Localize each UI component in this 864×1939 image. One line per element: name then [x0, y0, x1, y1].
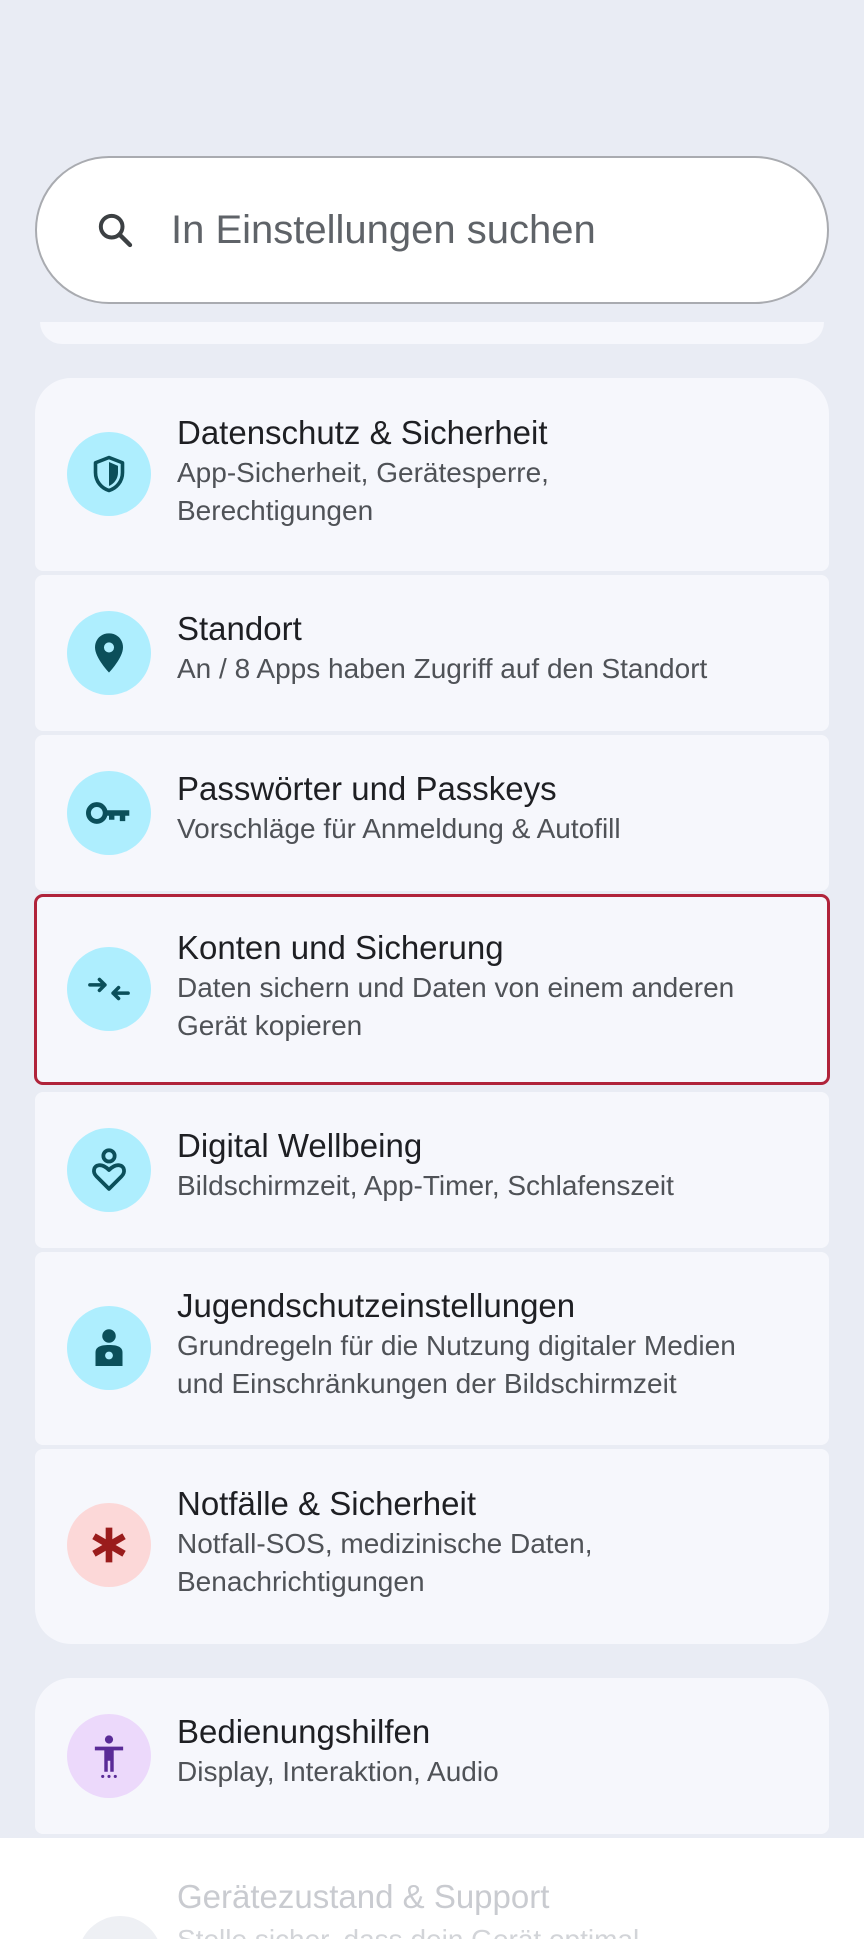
- item-subtitle: Daten sichern und Daten von einem andere…: [177, 972, 735, 1003]
- item-title: Digital Wellbeing: [177, 1127, 423, 1164]
- item-subtitle: Notfall-SOS, medizinische Daten,: [177, 1528, 593, 1559]
- item-title: Standort: [177, 610, 302, 647]
- item-subtitle: Bildschirmzeit, App-Timer, Schlafenszeit: [177, 1170, 674, 1201]
- previous-card-edge: [40, 322, 824, 344]
- settings-item-device-care-subtitle: Stelle sicher, dass dein Gerät optimal: [177, 1924, 639, 1939]
- item-title: Datenschutz & Sicherheit: [177, 414, 548, 451]
- shield-icon: [67, 432, 151, 516]
- settings-item-device-care-title[interactable]: Gerätezustand & Support: [177, 1878, 549, 1916]
- item-subtitle: Vorschläge für Anmeldung & Autofill: [177, 813, 621, 844]
- settings-item-passwords-passkeys[interactable]: Passwörter und Passkeys Vorschläge für A…: [35, 735, 829, 891]
- key-icon: [67, 771, 151, 855]
- emergency-asterisk-icon: [67, 1503, 151, 1587]
- device-care-icon: [78, 1916, 162, 1939]
- parental-controls-icon: [67, 1306, 151, 1390]
- accessibility-icon: [67, 1714, 151, 1798]
- item-subtitle: Benachrichtigungen: [177, 1566, 425, 1597]
- item-title: Jugendschutzeinstellungen: [177, 1287, 576, 1324]
- search-icon: [89, 204, 141, 256]
- wellbeing-heart-icon: [67, 1128, 151, 1212]
- item-subtitle: Grundregeln für die Nutzung digitaler Me…: [177, 1330, 736, 1361]
- item-subtitle: An / 8 Apps haben Zugriff auf den Stando…: [177, 653, 708, 684]
- settings-item-accounts-backup[interactable]: Konten und Sicherung Daten sichern und D…: [34, 894, 830, 1085]
- item-subtitle: Gerät kopieren: [177, 1010, 363, 1041]
- settings-screen: In Einstellungen suchen Datenschutz & Si…: [0, 0, 864, 1939]
- item-title: Konten und Sicherung: [177, 929, 504, 966]
- item-title: Passwörter und Passkeys: [177, 770, 557, 807]
- item-title: Notfälle & Sicherheit: [177, 1485, 476, 1522]
- location-pin-icon: [67, 611, 151, 695]
- settings-item-privacy-security[interactable]: Datenschutz & Sicherheit App-Sicherheit,…: [35, 378, 829, 571]
- search-input[interactable]: In Einstellungen suchen: [35, 156, 829, 304]
- item-subtitle: Display, Interaktion, Audio: [177, 1756, 499, 1787]
- settings-item-digital-wellbeing[interactable]: Digital Wellbeing Bildschirmzeit, App-Ti…: [35, 1092, 829, 1248]
- settings-item-accessibility[interactable]: Bedienungshilfen Display, Interaktion, A…: [35, 1678, 829, 1834]
- item-title: Bedienungshilfen: [177, 1713, 431, 1750]
- settings-item-location[interactable]: Standort An / 8 Apps haben Zugriff auf d…: [35, 575, 829, 731]
- item-subtitle: und Einschränkungen der Bildschirmzeit: [177, 1368, 677, 1399]
- settings-item-emergency-safety[interactable]: Notfälle & Sicherheit Notfall-SOS, mediz…: [35, 1449, 829, 1644]
- settings-item-parental-controls[interactable]: Jugendschutzeinstellungen Grundregeln fü…: [35, 1252, 829, 1445]
- sync-arrows-icon: [67, 947, 151, 1031]
- item-subtitle: Berechtigungen: [177, 495, 374, 526]
- item-subtitle: App-Sicherheit, Gerätesperre,: [177, 457, 549, 488]
- search-placeholder: In Einstellungen suchen: [171, 207, 596, 252]
- bottom-overlay: Gerätezustand & Support Stelle sicher, d…: [0, 1838, 864, 1939]
